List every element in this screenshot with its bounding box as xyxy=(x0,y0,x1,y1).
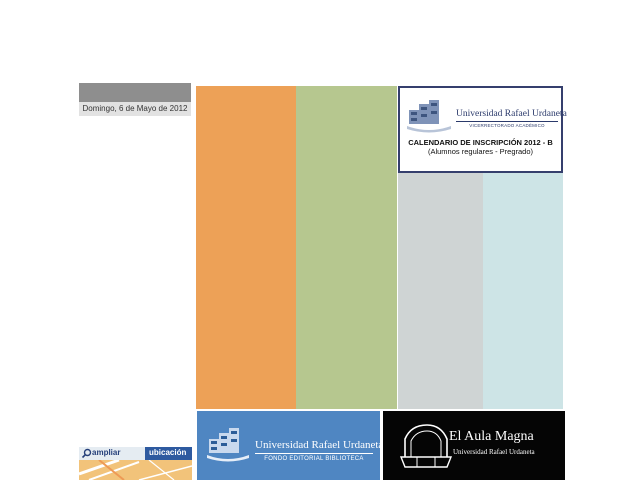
calendar-department: VICERRECTORADO ACADÉMICO xyxy=(469,123,545,128)
calendar-title: CALENDARIO DE INSCRIPCIÓN 2012 - B xyxy=(408,138,553,147)
tile-grey[interactable] xyxy=(398,173,483,409)
aula-subtitle: Universidad Rafael Urdaneta xyxy=(453,448,535,456)
divider xyxy=(456,121,558,122)
location-map-banner[interactable]: ampliar ubicación xyxy=(79,447,192,480)
divider xyxy=(255,453,373,454)
fondo-university-name: Universidad Rafael Urdaneta xyxy=(255,439,380,451)
tile-orange[interactable] xyxy=(196,86,296,409)
date-label: Domingo, 6 de Mayo de 2012 xyxy=(79,102,191,116)
map-zoom-label: ampliar xyxy=(92,448,121,457)
search-icon xyxy=(81,448,92,459)
calendar-card[interactable]: Universidad Rafael Urdaneta VICERRECTORA… xyxy=(398,86,567,173)
header-bar xyxy=(79,83,191,102)
university-logo-icon xyxy=(207,428,249,462)
university-logo-icon xyxy=(407,100,451,133)
fondo-editorial-banner[interactable]: Universidad Rafael Urdaneta FONDO EDITOR… xyxy=(197,411,380,480)
aula-title: El Aula Magna xyxy=(449,429,534,444)
calendar-university-name: Universidad Rafael Urdaneta xyxy=(456,109,567,119)
tile-green[interactable] xyxy=(296,86,397,409)
tile-teal[interactable] xyxy=(483,173,563,409)
aula-building-icon xyxy=(399,424,453,468)
aula-magna-banner[interactable]: El Aula Magna Universidad Rafael Urdanet… xyxy=(383,411,565,480)
map-streets-graphic xyxy=(79,460,192,480)
map-location-label: ubicación xyxy=(149,448,187,457)
fondo-subtitle: FONDO EDITORIAL BIBLIOTECA xyxy=(264,456,364,462)
calendar-subtitle: (Alumnos regulares - Pregrado) xyxy=(427,147,534,156)
